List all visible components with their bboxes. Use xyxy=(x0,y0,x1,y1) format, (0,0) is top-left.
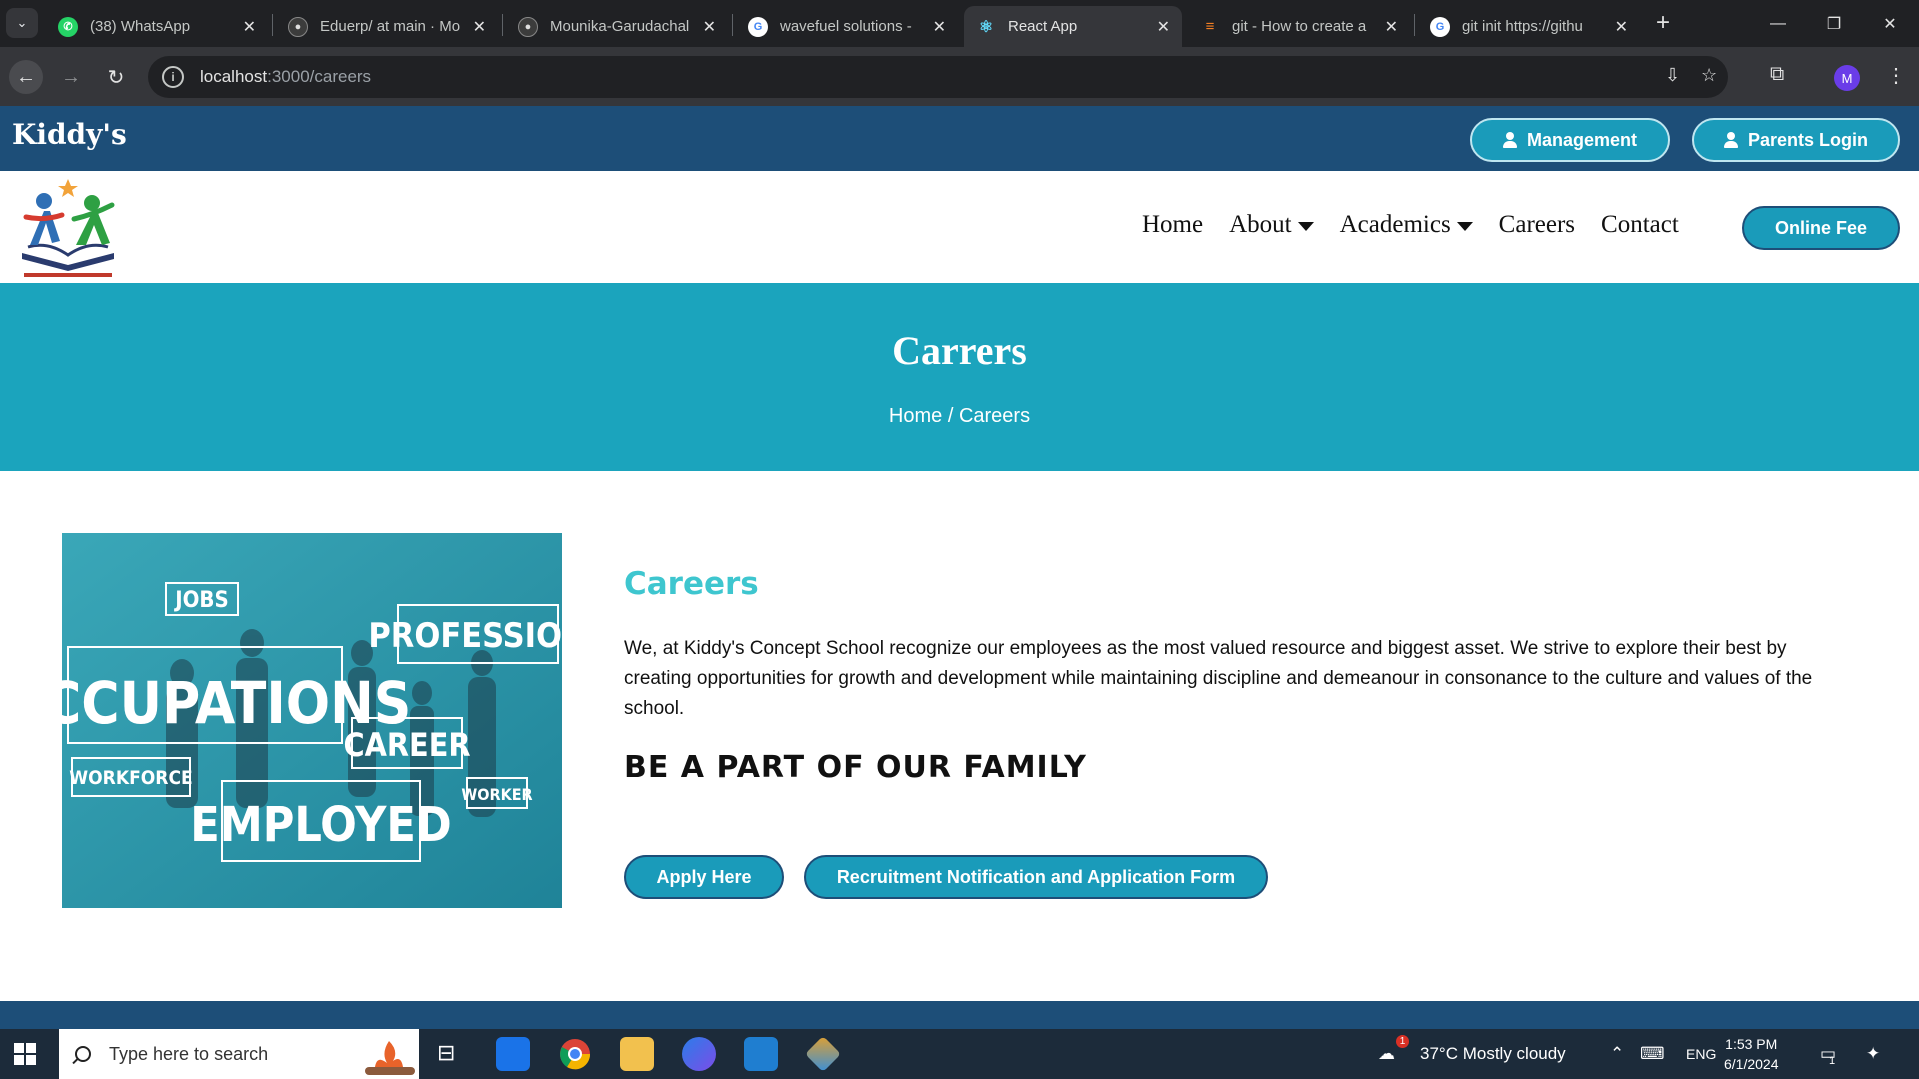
close-icon[interactable]: ✕ xyxy=(933,17,946,37)
tab-mounika[interactable]: ● Mounika-Garudachal ✕ xyxy=(506,6,728,47)
whatsapp-icon: ✆ xyxy=(58,16,78,37)
image-word-workforce: WORKFORCE xyxy=(69,767,192,789)
careers-image: JOBS PROFESSION OCCUPATIONS CAREER WORKF… xyxy=(62,533,562,908)
google-icon: G xyxy=(1430,16,1450,37)
image-word-employed: EMPLOYED xyxy=(190,797,452,853)
image-word-career: CAREER xyxy=(343,726,470,764)
caret-down-icon xyxy=(1297,221,1314,231)
stackoverflow-icon: ≡ xyxy=(1205,18,1215,35)
close-icon[interactable]: ✕ xyxy=(243,17,256,37)
browser-menu-icon[interactable]: ⋮ xyxy=(1886,63,1906,88)
mail-app-icon[interactable] xyxy=(496,1037,530,1071)
chrome-app-icon[interactable] xyxy=(550,1029,600,1079)
school-logo[interactable] xyxy=(16,175,120,279)
restore-button[interactable]: ❐ xyxy=(1806,0,1862,47)
nav-careers[interactable]: Careers xyxy=(1499,211,1575,239)
minimize-button[interactable]: — xyxy=(1750,0,1806,47)
tab-git-question[interactable]: ≡ git - How to create a ✕ xyxy=(1188,6,1410,47)
back-button[interactable]: ← xyxy=(9,60,43,94)
site-info-icon[interactable]: i xyxy=(162,66,184,88)
search-highlight-icon xyxy=(365,1041,415,1075)
parents-login-button[interactable]: Parents Login xyxy=(1692,118,1900,162)
breadcrumb[interactable]: Home / Careers xyxy=(0,405,1919,428)
github-icon: ● xyxy=(518,16,538,37)
install-app-icon[interactable]: ⇩ xyxy=(1665,65,1680,86)
main-navbar: Home About Academics Careers Contact Onl… xyxy=(0,171,1919,283)
apply-here-button[interactable]: Apply Here xyxy=(624,855,784,899)
careers-intro: We, at Kiddy's Concept School recognize … xyxy=(624,638,1813,719)
weather-badge: 1 xyxy=(1396,1035,1409,1048)
search-icon xyxy=(75,1046,91,1062)
language-indicator[interactable]: ENG xyxy=(1686,1046,1716,1062)
github-icon: ● xyxy=(288,16,308,37)
nav-home[interactable]: Home xyxy=(1142,211,1203,239)
url-text: localhost:3000/careers xyxy=(200,67,372,86)
tab-whatsapp[interactable]: ✆ (38) WhatsApp ✕ xyxy=(46,6,268,47)
forward-button[interactable]: → xyxy=(54,60,88,94)
tab-wavefuel[interactable]: G wavefuel solutions - ✕ xyxy=(736,6,958,47)
site-footer xyxy=(0,1001,1919,1029)
google-icon: G xyxy=(748,16,768,37)
close-icon[interactable]: ✕ xyxy=(1385,17,1398,37)
react-icon: ⚛ xyxy=(978,18,994,36)
weather-text[interactable]: 37°C Mostly cloudy xyxy=(1420,1044,1566,1064)
brand-name: Kiddy's xyxy=(12,118,127,151)
page-title: Carrers xyxy=(892,328,1027,373)
management-button[interactable]: Management xyxy=(1470,118,1670,162)
recruitment-form-button[interactable]: Recruitment Notification and Application… xyxy=(804,855,1268,899)
reload-button[interactable]: ↻ xyxy=(99,60,133,94)
windows-taskbar: Type here to search ⊟ ☁ 1 37°C Mostly cl… xyxy=(0,1029,1919,1079)
keyboard-icon[interactable]: ⌨ xyxy=(1640,1044,1665,1064)
site-top-bar: Kiddy's Management Parents Login xyxy=(0,106,1919,171)
system-clock[interactable]: 1:53 PM 6/1/2024 xyxy=(1724,1034,1779,1074)
extensions-icon[interactable]: ⧉ xyxy=(1770,63,1784,86)
tab-search-button[interactable]: ⌄ xyxy=(6,8,38,38)
close-icon[interactable]: ✕ xyxy=(1615,17,1628,37)
nav-academics[interactable]: Academics xyxy=(1340,211,1473,239)
bookmark-star-icon[interactable]: ☆ xyxy=(1701,65,1717,86)
family-tagline: BE A PART OF OUR FAMILY xyxy=(624,750,1087,785)
profile-avatar[interactable]: M xyxy=(1834,65,1860,91)
image-word-jobs: JOBS xyxy=(173,588,229,613)
image-word-worker: WORKER xyxy=(461,785,532,804)
caret-down-icon xyxy=(1456,221,1473,231)
tab-git-init[interactable]: G git init https://githu ✕ xyxy=(1418,6,1640,47)
tab-react-app[interactable]: ⚛ React App ✕ xyxy=(964,6,1182,47)
file-explorer-icon[interactable] xyxy=(620,1037,654,1071)
user-icon xyxy=(1502,132,1517,148)
user-icon xyxy=(1723,132,1738,148)
notification-count: 1 xyxy=(1829,1055,1836,1067)
page-hero: Carrers Home / Careers xyxy=(0,283,1919,471)
weather-icon[interactable]: ☁ xyxy=(1378,1044,1395,1064)
close-icon[interactable]: ✕ xyxy=(473,17,486,37)
vscode-app-icon[interactable] xyxy=(744,1037,778,1071)
copilot-tray-icon[interactable]: ✦ xyxy=(1866,1044,1880,1064)
new-tab-button[interactable]: + xyxy=(1648,8,1678,38)
copilot-app-icon[interactable] xyxy=(682,1037,716,1071)
nav-links: Home About Academics Careers Contact xyxy=(1142,211,1679,239)
task-view-icon[interactable]: ⊟ xyxy=(437,1040,455,1066)
nav-about[interactable]: About xyxy=(1229,211,1314,239)
browser-toolbar: ← → ↻ i localhost:3000/careers ⇩ ☆ ⧉ M ⋮ xyxy=(0,47,1919,106)
browser-tab-strip: ⌄ ✆ (38) WhatsApp ✕ ● Eduerp/ at main · … xyxy=(0,0,1919,47)
close-window-button[interactable]: ✕ xyxy=(1862,0,1918,47)
close-icon[interactable]: ✕ xyxy=(1157,17,1170,37)
nav-contact[interactable]: Contact xyxy=(1601,211,1679,239)
careers-heading: Careers xyxy=(624,566,759,602)
address-bar[interactable]: i localhost:3000/careers ⇩ ☆ xyxy=(148,56,1728,98)
windows-start-icon[interactable] xyxy=(14,1043,36,1065)
online-fee-button[interactable]: Online Fee xyxy=(1742,206,1900,250)
tab-eduerp[interactable]: ● Eduerp/ at main · Mo ✕ xyxy=(276,6,498,47)
image-word-profession: PROFESSION xyxy=(368,616,562,656)
chevron-up-icon[interactable]: ⌃ xyxy=(1610,1044,1624,1064)
taskbar-search-box[interactable]: Type here to search xyxy=(59,1029,419,1079)
close-icon[interactable]: ✕ xyxy=(703,17,716,37)
git-tool-app-icon[interactable] xyxy=(804,1035,842,1073)
